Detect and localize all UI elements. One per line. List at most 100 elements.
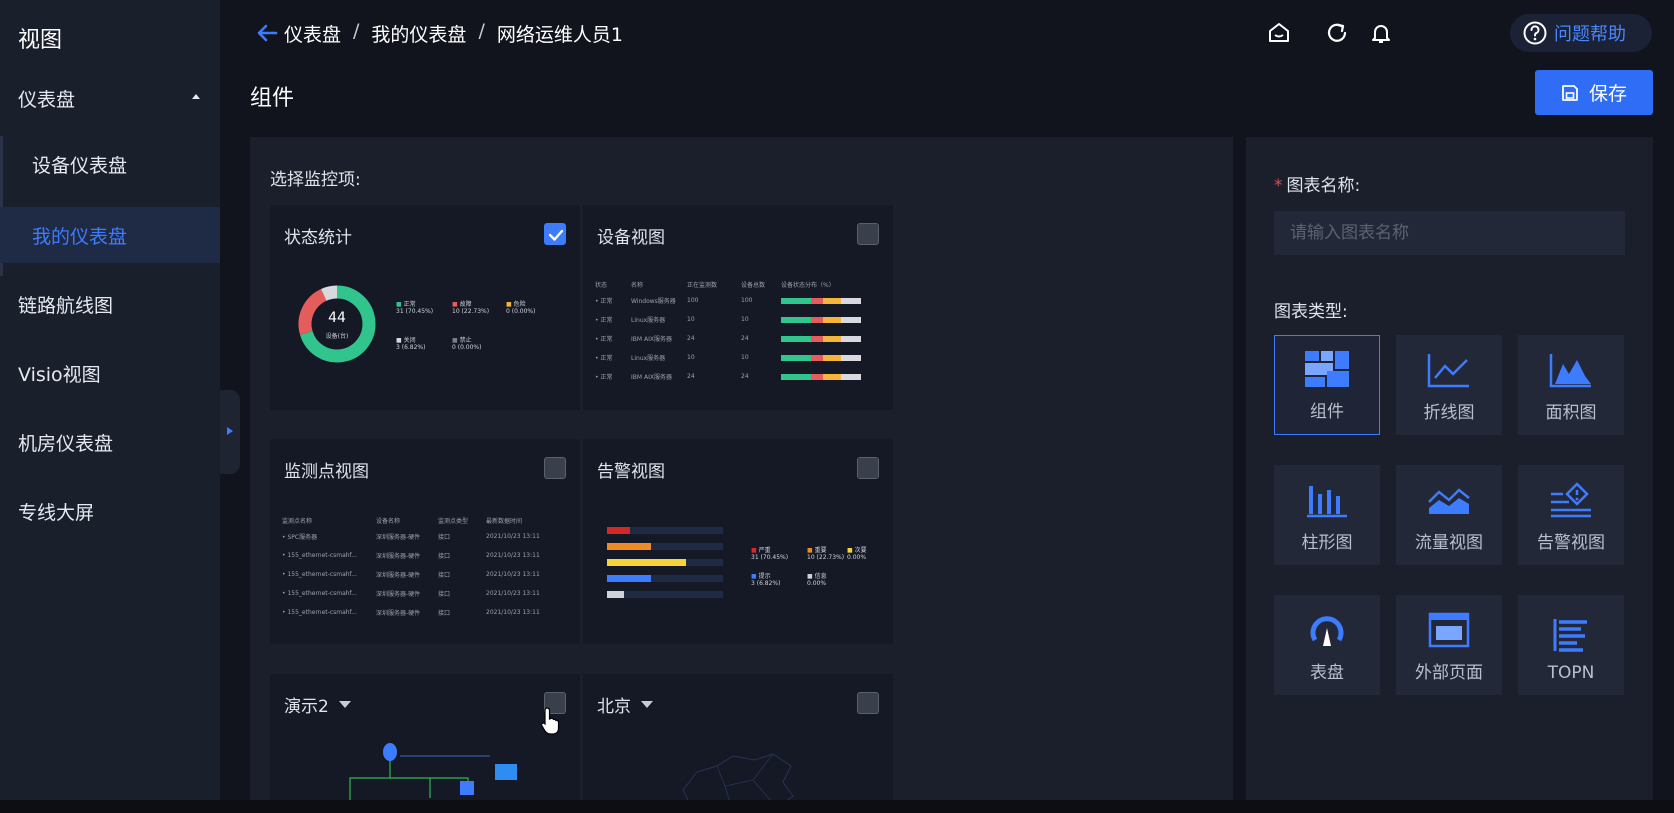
chart-name-input[interactable] [1274, 211, 1625, 255]
legend-detail: 10 (22.73%) [452, 308, 490, 315]
breadcrumb-separator: / [353, 20, 360, 42]
sidebar-item-dashboard[interactable]: 仪表盘 [0, 70, 220, 126]
legend-item-critical: ■ 严重 31 (70.45%) [751, 547, 789, 561]
mini-cell: 24 [741, 335, 749, 342]
card-checkbox[interactable] [857, 692, 879, 714]
device-mini-table: 状态 名称 正在监测数 设备总数 设备状态分布（%） • 正常 Windows服务… [595, 277, 881, 386]
card-checkbox[interactable] [857, 457, 879, 479]
col-header: 设备总数 [741, 281, 766, 289]
chevron-down-icon[interactable] [338, 701, 351, 708]
mini-cell: 接口 [438, 610, 451, 617]
bar-segment [781, 297, 811, 304]
sidebar-item-label: 链路航线图 [18, 294, 114, 317]
help-button[interactable]: 问题帮助 [1510, 14, 1652, 52]
alarm-bar-track [607, 591, 723, 598]
chart-type-line[interactable]: 折线图 [1396, 335, 1502, 435]
chart-type-label-text: 表盘 [1310, 663, 1344, 683]
status-distribution-bar [781, 297, 861, 304]
status-distribution-bar [781, 354, 861, 361]
card-title: 告警视图 [597, 457, 665, 482]
monitor-selection-panel: 选择监控项: 状态统计 44 设备(台) ■ 正常 31 (70.45%) ■ 故… [250, 137, 1233, 813]
sidebar-item-label: 专线大屏 [18, 501, 95, 524]
app-title: 视图 [18, 28, 63, 53]
col-header: 正在监测数 [687, 281, 718, 289]
sidebar-collapse-toggle[interactable] [220, 390, 240, 474]
card-monitor-point-view[interactable]: 监测点视图 监测点名称 设备名称 监测点类型 最新数据时间 • SPC服务器 深圳… [270, 439, 580, 644]
mini-cell: 深圳服务器-硬件 [376, 572, 421, 579]
mini-cell: 10 [687, 316, 695, 323]
pointer-cursor-icon [540, 707, 560, 735]
legend-item-closed: ■ 关闭 3 (6.82%) [396, 337, 426, 351]
sidebar-item-my-dashboard[interactable]: 我的仪表盘 [0, 207, 220, 263]
legend-detail: 31 (70.45%) [751, 554, 789, 561]
mini-cell: • 正常 [595, 317, 613, 324]
save-icon [1562, 84, 1578, 101]
device-mini-header: 状态 名称 正在监测数 设备总数 设备状态分布（%） [595, 277, 881, 291]
mini-cell: 2021/10/23 13:11 [486, 571, 540, 578]
status-distribution-bar [781, 316, 861, 323]
mini-cell: 10 [741, 316, 749, 323]
alarm-bar-chart [607, 527, 733, 627]
alarm-bar [607, 575, 651, 582]
sidebar-item-big-screen[interactable]: 专线大屏 [0, 483, 220, 539]
card-checkbox[interactable] [857, 223, 879, 245]
help-label: 问题帮助 [1554, 24, 1626, 45]
bottom-strip [0, 800, 1674, 813]
alarm-bar-track [607, 527, 723, 534]
chevron-down-icon[interactable] [641, 701, 653, 708]
card-title: 设备视图 [597, 223, 665, 248]
mini-cell: • 正常 [595, 298, 613, 305]
chart-type-label-text: 折线图 [1423, 403, 1475, 423]
card-status-statistics[interactable]: 状态统计 44 设备(台) ■ 正常 31 (70.45%) ■ 故障 10 (22… [270, 205, 580, 410]
card-device-view[interactable]: 设备视图 状态 名称 正在监测数 设备总数 设备状态分布（%） • 正常 Wind… [583, 205, 893, 410]
breadcrumb-my-dashboard[interactable]: 我的仪表盘 [371, 20, 466, 47]
chart-type-widget[interactable]: 组件 [1274, 335, 1380, 435]
chart-type-area[interactable]: 面积图 [1518, 335, 1624, 435]
mini-cell: 24 [687, 373, 695, 380]
refresh-icon[interactable] [1324, 20, 1350, 46]
mini-cell: 2021/10/23 13:11 [486, 609, 540, 616]
card-title-text: 告警视图 [597, 462, 665, 482]
bar-segment [811, 297, 823, 304]
card-checkbox[interactable] [544, 223, 566, 245]
card-beijing-map[interactable]: 北京 [583, 674, 893, 813]
bell-icon[interactable] [1368, 20, 1394, 46]
card-title-text: 北京 [597, 697, 631, 717]
select-monitor-label: 选择监控项: [270, 170, 361, 190]
chart-name-label: * 图表名称: [1274, 171, 1360, 196]
card-demo2-topology[interactable]: 演示2 [270, 674, 580, 813]
breadcrumb-current: 网络运维人员1 [496, 24, 623, 46]
bar-segment [823, 297, 841, 304]
mini-cell: 2021/10/23 13:11 [486, 552, 540, 559]
chart-type-traffic[interactable]: 流量视图 [1396, 465, 1502, 565]
caret-up-icon [192, 94, 200, 99]
mini-cell: Windows服务器 [631, 298, 676, 305]
sidebar-item-device-dashboard[interactable]: 设备仪表盘 [0, 136, 220, 192]
sidebar-item-link-route[interactable]: 链路航线图 [0, 276, 220, 332]
breadcrumb-dashboard[interactable]: 仪表盘 [284, 20, 341, 47]
col-header: 监测点类型 [438, 517, 469, 525]
card-title[interactable]: 演示2 [284, 692, 351, 717]
chart-name-label-text: 图表名称: [1286, 176, 1361, 196]
chart-type-bar[interactable]: 柱形图 [1274, 465, 1380, 565]
legend-detail: 0 (0.00%) [452, 344, 482, 351]
card-title[interactable]: 北京 [597, 692, 653, 717]
device-mini-row: • 正常 IBM AIX服务器 24 24 [595, 367, 881, 386]
chart-type-gauge[interactable]: 表盘 [1274, 595, 1380, 695]
chart-type-external-page[interactable]: 外部页面 [1396, 595, 1502, 695]
chart-type-topn[interactable]: TOPN [1518, 595, 1624, 695]
card-checkbox[interactable] [544, 457, 566, 479]
bar-segment [841, 335, 861, 342]
save-button[interactable]: 保存 [1535, 70, 1653, 115]
question-icon [1523, 21, 1547, 45]
chart-type-alarm[interactable]: 告警视图 [1518, 465, 1624, 565]
mini-cell: 24 [741, 373, 749, 380]
donut-center-label: 设备(台) [325, 333, 349, 340]
card-alarm-view[interactable]: 告警视图 ■ 严重 31 (70.45%) ■ 重要 10 (22.73%) ■ 次… [583, 439, 893, 644]
mini-cell: 接口 [438, 553, 451, 560]
sidebar-item-visio[interactable]: Visio视图 [0, 345, 220, 401]
back-arrow-icon[interactable] [256, 22, 278, 44]
home-icon[interactable] [1266, 20, 1292, 46]
mini-cell: Linux服务器 [631, 317, 666, 324]
sidebar-item-room-dashboard[interactable]: 机房仪表盘 [0, 414, 220, 470]
